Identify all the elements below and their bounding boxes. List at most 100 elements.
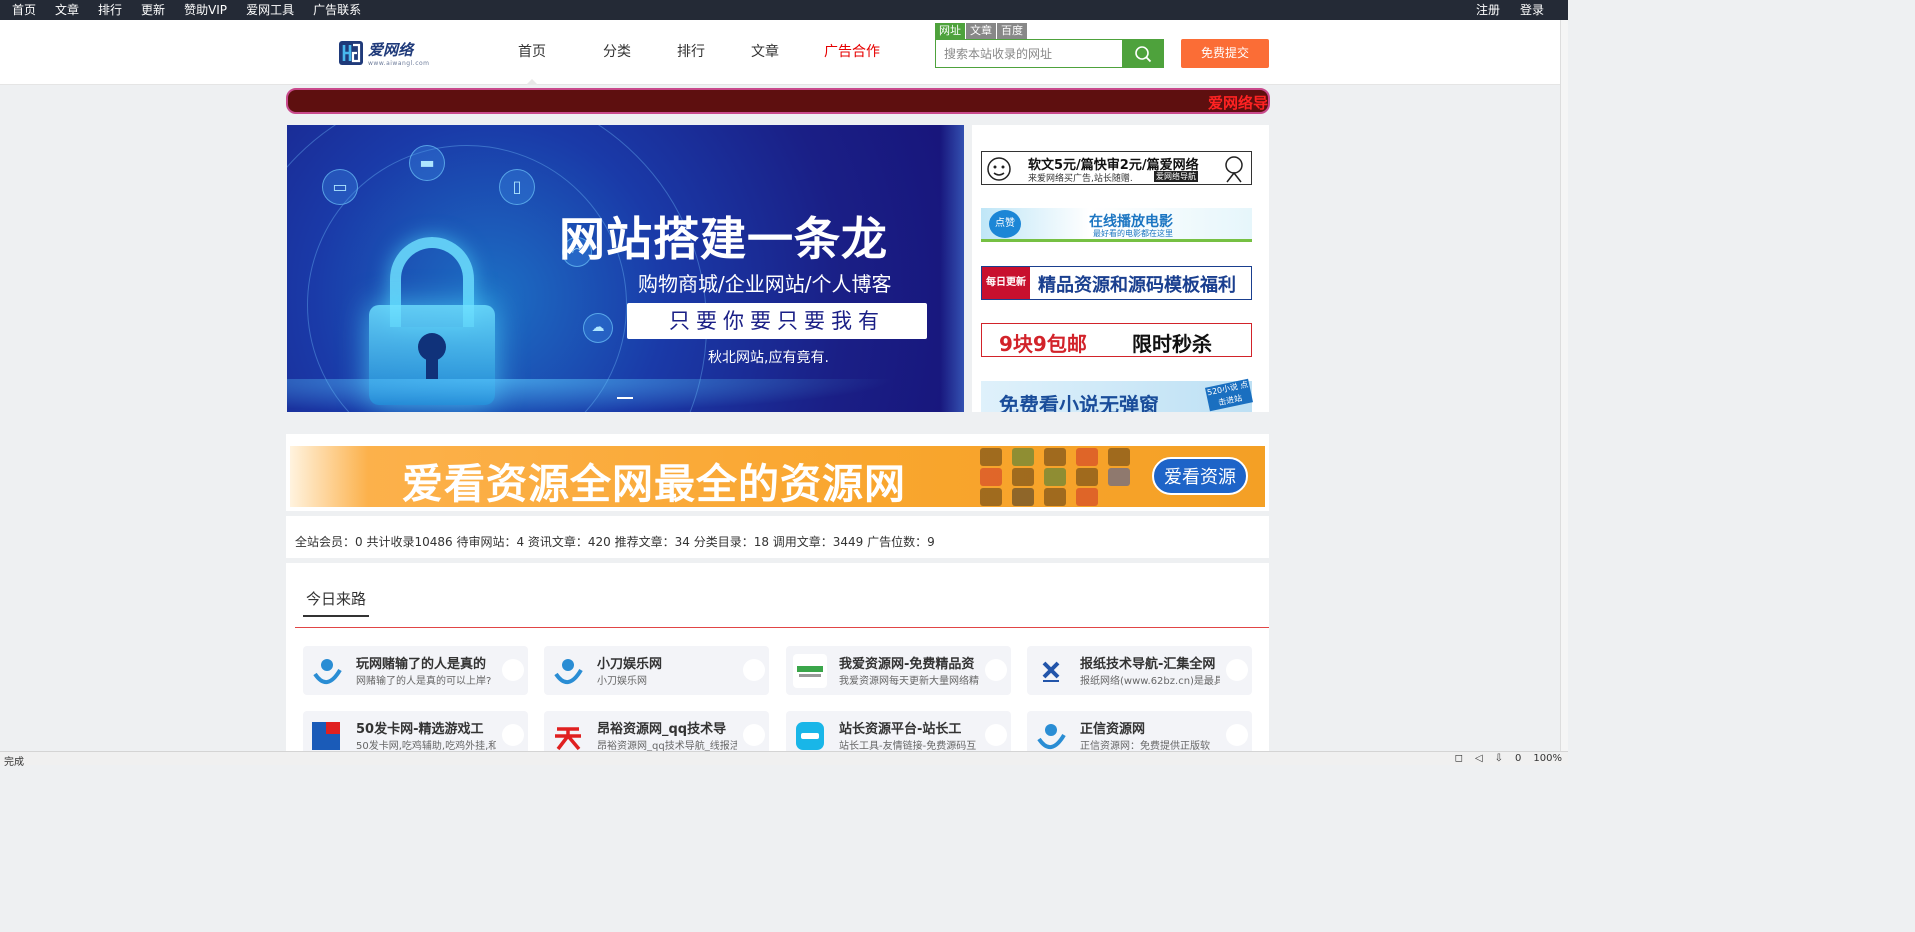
referrer-title: 站长资源平台-站长工: [839, 722, 962, 737]
app-tile-icon: [1044, 468, 1066, 486]
banner-headline: 网站搭建一条龙: [559, 212, 888, 266]
referrer-title: 报纸技术导航-汇集全网: [1080, 657, 1216, 672]
referrer-title: 我爱资源网-免费精品资: [839, 657, 975, 672]
app-tile-icon: [980, 468, 1002, 486]
referrer-action[interactable]: [985, 659, 1007, 681]
site-stats: 全站会员：0 共计收录10486 待审网站：4 资讯文章：420 推荐文章：34…: [286, 516, 1269, 558]
logo-subtext: www.aiwangl.com: [368, 60, 430, 67]
ad-soft-article[interactable]: 软文5元/篇快审2元/篇爱网络 来爱网络买广告,站长随赠. 爱网络导航: [981, 151, 1252, 185]
referrer-action[interactable]: [502, 724, 524, 746]
search-button[interactable]: [1122, 39, 1164, 68]
download-icon[interactable]: ⇩: [1495, 753, 1503, 764]
cartoon-figure-icon: [1225, 156, 1243, 183]
site-logo[interactable]: 爱网络 www.aiwangl.com: [338, 38, 430, 70]
ad3-badge: 每日更新: [982, 267, 1030, 299]
nav-ranking[interactable]: 排行: [654, 20, 728, 85]
app-tile-icon: [1044, 488, 1066, 506]
top-link-ads[interactable]: 广告联系: [313, 2, 361, 18]
referrer-desc: 站长工具-友情链接-免费源码互: [839, 741, 977, 752]
app-tile-icon: [1012, 468, 1034, 486]
ad4-right-text: 限时秒杀: [1132, 332, 1212, 356]
site-logo-icon: [793, 719, 827, 753]
referrer-card[interactable]: 报纸技术导航-汇集全网 报纸网络(www.62bz.cn)是最具: [1027, 646, 1252, 695]
carousel-indicator[interactable]: [617, 397, 633, 399]
hero-banner[interactable]: ▭ ▬ ▯ ◠ ☁ 网站搭建一条龙 购物商城/企业网站/个人博客 只要你要只要我…: [287, 125, 964, 412]
monitor-icon: ▭: [322, 169, 358, 205]
app-tile-icon: [1012, 488, 1034, 506]
site-logo-icon: [1034, 654, 1068, 688]
referrer-action[interactable]: [502, 659, 524, 681]
wide-ad-button[interactable]: 爱看资源: [1152, 457, 1248, 495]
referrer-card[interactable]: 我爱资源网-免费精品资 我爱资源网每天更新大量网络精: [786, 646, 1011, 695]
wide-ad-banner[interactable]: 爱看资源全网最全的资源网 爱看资源: [290, 446, 1265, 507]
app-tile-icon: [1108, 468, 1130, 486]
ad-resources[interactable]: 每日更新 精品资源和源码模板福利: [981, 266, 1252, 300]
referrer-action[interactable]: [1226, 724, 1248, 746]
top-links: 首页 文章 排行 更新 赞助VIP 爱网工具 广告联系: [12, 2, 380, 18]
register-link[interactable]: 注册: [1476, 2, 1500, 18]
referrer-desc: 50发卡网,吃鸡辅助,吃鸡外挂,和: [356, 741, 496, 752]
search-input[interactable]: [944, 46, 1114, 62]
referrer-card[interactable]: 玩网赌输了的人是真的 网赌输了的人是真的可以上岸?: [303, 646, 528, 695]
app-tile-icon: [1076, 448, 1098, 466]
referrer-title: 小刀娱乐网: [597, 657, 663, 672]
top-link-tools[interactable]: 爱网工具: [246, 2, 294, 18]
search-tab-baidu[interactable]: 百度: [997, 23, 1027, 39]
search-icon: [1135, 45, 1152, 62]
site-logo-icon: [310, 719, 344, 753]
app-tile-icon: [1012, 448, 1034, 466]
referrer-desc: 网赌输了的人是真的可以上岸?: [356, 676, 492, 687]
referrer-action[interactable]: [1226, 659, 1248, 681]
top-link-home[interactable]: 首页: [12, 2, 36, 18]
section-title[interactable]: 今日来路: [306, 588, 366, 609]
ad3-title: 精品资源和源码模板福利: [1038, 275, 1236, 296]
nav-ad-cooperation[interactable]: 广告合作: [802, 20, 902, 85]
nav-home[interactable]: 首页: [506, 20, 558, 85]
ad4-left-text: 9块9包邮: [999, 332, 1087, 356]
referrer-title: 玩网赌输了的人是真的: [356, 657, 487, 672]
app-tile-icon: [1076, 488, 1098, 506]
top-link-updates[interactable]: 更新: [141, 2, 165, 18]
top-bar: 首页 文章 排行 更新 赞助VIP 爱网工具 广告联系 注册 登录: [0, 0, 1568, 20]
banner-subtitle: 购物商城/企业网站/个人博客: [638, 272, 892, 296]
briefcase-icon: ▬: [409, 145, 445, 181]
nav-articles[interactable]: 文章: [728, 20, 802, 85]
referrer-action[interactable]: [743, 724, 765, 746]
ad2-subtitle: 最好看的电影都在这里: [1093, 229, 1173, 238]
ad-online-movies[interactable]: 点赞 在线播放电影 最好看的电影都在这里: [981, 208, 1252, 242]
search-tab-articles[interactable]: 文章: [966, 23, 996, 39]
shield-icon[interactable]: ◻: [1455, 753, 1463, 764]
referrer-desc: 我爱资源网每天更新大量网络精: [839, 676, 979, 687]
top-link-ranking[interactable]: 排行: [98, 2, 122, 18]
status-tools: ◻ ◁ ⇩ 0 100%: [1455, 753, 1562, 764]
referrer-action[interactable]: [743, 659, 765, 681]
cartoon-face-icon: [987, 157, 1011, 181]
ad1-tag: 爱网络导航: [1154, 171, 1198, 182]
speaker-icon[interactable]: ◁: [1475, 753, 1483, 764]
app-tile-icon: [980, 448, 1002, 466]
nav-category[interactable]: 分类: [580, 20, 654, 85]
ad-free-novels[interactable]: 免费看小说无弹窗 520小说 点击进站: [981, 378, 1254, 412]
top-link-vip[interactable]: 赞助VIP: [184, 2, 227, 18]
browser-status-bar: 完成 ◻ ◁ ⇩ 0 100%: [0, 751, 1568, 768]
login-link[interactable]: 登录: [1520, 2, 1544, 18]
referrer-card[interactable]: 小刀娱乐网 小刀娱乐网: [544, 646, 769, 695]
banner-tagline: 秋北网站,应有竟有.: [708, 350, 829, 366]
site-logo-icon: [551, 654, 585, 688]
banner-side-glow: [940, 125, 964, 412]
referrer-action[interactable]: [985, 724, 1007, 746]
free-submit-button[interactable]: 免费提交: [1181, 39, 1269, 68]
download-count: 0: [1515, 753, 1522, 764]
referrer-desc: 报纸网络(www.62bz.cn)是最具: [1080, 676, 1220, 687]
ad5-title: 免费看小说无弹窗: [999, 393, 1159, 412]
ad-flash-sale[interactable]: 9块9包邮 限时秒杀: [981, 323, 1252, 357]
site-logo-icon: [310, 654, 344, 688]
main-nav: 首页 分类 排行 文章 广告合作: [506, 20, 902, 85]
wide-ad-title: 爱看资源全网最全的资源网: [402, 460, 906, 507]
search-tab-sites[interactable]: 网址: [935, 23, 965, 39]
zoom-level[interactable]: 100%: [1533, 753, 1562, 764]
section-divider: [295, 627, 1269, 628]
top-link-articles[interactable]: 文章: [55, 2, 79, 18]
app-tile-icon: [1044, 448, 1066, 466]
page-scrollbar[interactable]: [1560, 20, 1568, 751]
